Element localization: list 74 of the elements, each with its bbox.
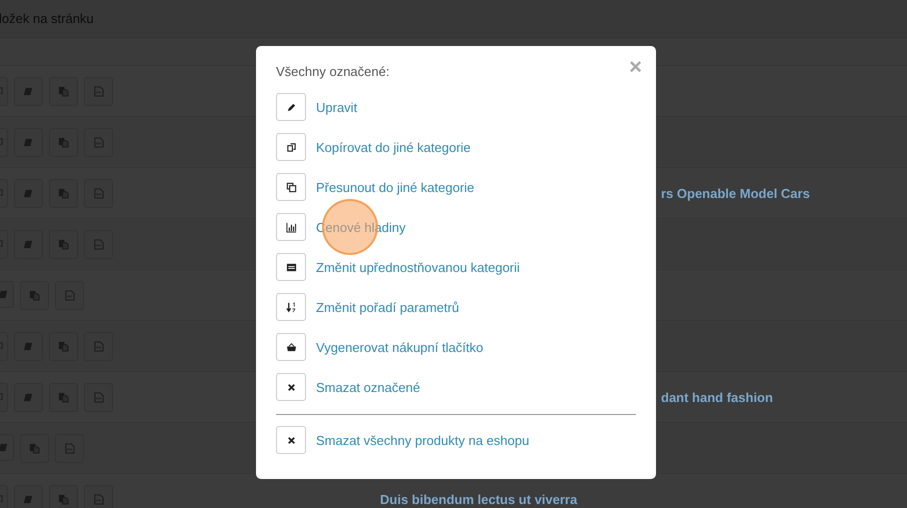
row-action-button[interactable] — [55, 434, 84, 462]
paste-icon — [58, 136, 69, 148]
action-link[interactable]: Smazat všechny produkty na eshopu — [316, 432, 530, 448]
row-action-button[interactable] — [14, 128, 43, 156]
action-link[interactable]: Změnit upřednostňovanou kategorii — [316, 260, 520, 274]
action-icon-button[interactable] — [276, 426, 306, 454]
action-icon-button[interactable] — [276, 293, 306, 321]
file-icon — [93, 238, 104, 250]
row-action-button[interactable] — [84, 128, 113, 156]
pencil-icon — [286, 102, 296, 112]
action-icon-button[interactable] — [276, 133, 306, 161]
product-name-link[interactable]: rs Openable Model Cars — [661, 186, 810, 200]
action-link[interactable]: Kopírovat do jiné kategorie — [316, 140, 471, 154]
close-button[interactable]: × — [629, 55, 642, 79]
paste-icon — [29, 442, 40, 454]
row-action-button[interactable] — [20, 280, 49, 310]
list-card-icon — [286, 262, 296, 272]
row-action-button[interactable] — [84, 332, 113, 360]
row-action-button[interactable] — [84, 382, 113, 412]
sort-numeric-icon — [286, 302, 296, 312]
paste-icon — [58, 86, 69, 96]
paste-icon — [29, 290, 40, 300]
paste-icon — [58, 340, 69, 352]
file-icon — [93, 86, 104, 96]
action-icon-button[interactable] — [276, 333, 306, 361]
bar-chart-icon — [286, 222, 296, 232]
row-action-button[interactable] — [49, 484, 78, 508]
row-action-button[interactable] — [14, 178, 43, 208]
action-icon-button[interactable] — [276, 173, 306, 201]
row-action-button[interactable] — [84, 230, 113, 258]
row-action-button[interactable] — [49, 128, 78, 156]
clone-icon — [286, 182, 296, 192]
paste-icon — [58, 188, 69, 198]
action-link[interactable]: Přesunout do jiné kategorie — [316, 180, 474, 194]
row-action-button[interactable] — [14, 382, 43, 412]
file-icon — [93, 494, 104, 504]
action-icon-button[interactable] — [276, 93, 306, 121]
row-action-button[interactable] — [14, 230, 43, 258]
row-action-button[interactable] — [55, 280, 84, 310]
product-name-link[interactable]: Duis bibendum lectus ut viverra — [380, 492, 578, 506]
row-action-button[interactable] — [14, 76, 43, 106]
action-link[interactable]: Upravit — [316, 100, 358, 114]
paste-icon — [58, 238, 69, 250]
file-icon — [93, 392, 104, 402]
file-icon — [93, 136, 104, 148]
action-link[interactable]: Vygenerovat nákupní tlačítko — [316, 340, 484, 354]
row-action-button[interactable] — [49, 76, 78, 106]
copy-icon — [286, 142, 296, 152]
row-action-button[interactable] — [49, 382, 78, 412]
action-link[interactable]: Smazat označené — [316, 380, 420, 394]
paste-icon — [58, 494, 69, 504]
row-action-button[interactable] — [14, 484, 43, 508]
action-icon-button[interactable] — [276, 373, 306, 401]
file-icon — [93, 340, 104, 352]
modal-title: Všechny označené: — [276, 64, 390, 81]
action-icon-button[interactable] — [276, 213, 306, 241]
basket-icon — [286, 342, 296, 352]
row-action-button[interactable] — [20, 434, 49, 462]
action-icon-button[interactable] — [276, 253, 306, 281]
file-icon — [93, 188, 104, 198]
product-name-link[interactable]: dant hand fashion — [661, 390, 773, 404]
row-action-button[interactable] — [84, 76, 113, 106]
paste-icon — [58, 392, 69, 402]
row-action-button[interactable] — [84, 484, 113, 508]
file-icon — [64, 442, 75, 454]
file-icon — [64, 290, 75, 300]
row-action-button[interactable] — [49, 332, 78, 360]
action-link[interactable]: Změnit pořadí parametrů — [316, 300, 460, 314]
close-icon — [286, 434, 296, 446]
row-action-button[interactable] — [14, 332, 43, 360]
row-action-button[interactable] — [49, 230, 78, 258]
row-action-button[interactable] — [84, 178, 113, 208]
close-icon — [286, 382, 296, 392]
row-action-button[interactable] — [49, 178, 78, 208]
